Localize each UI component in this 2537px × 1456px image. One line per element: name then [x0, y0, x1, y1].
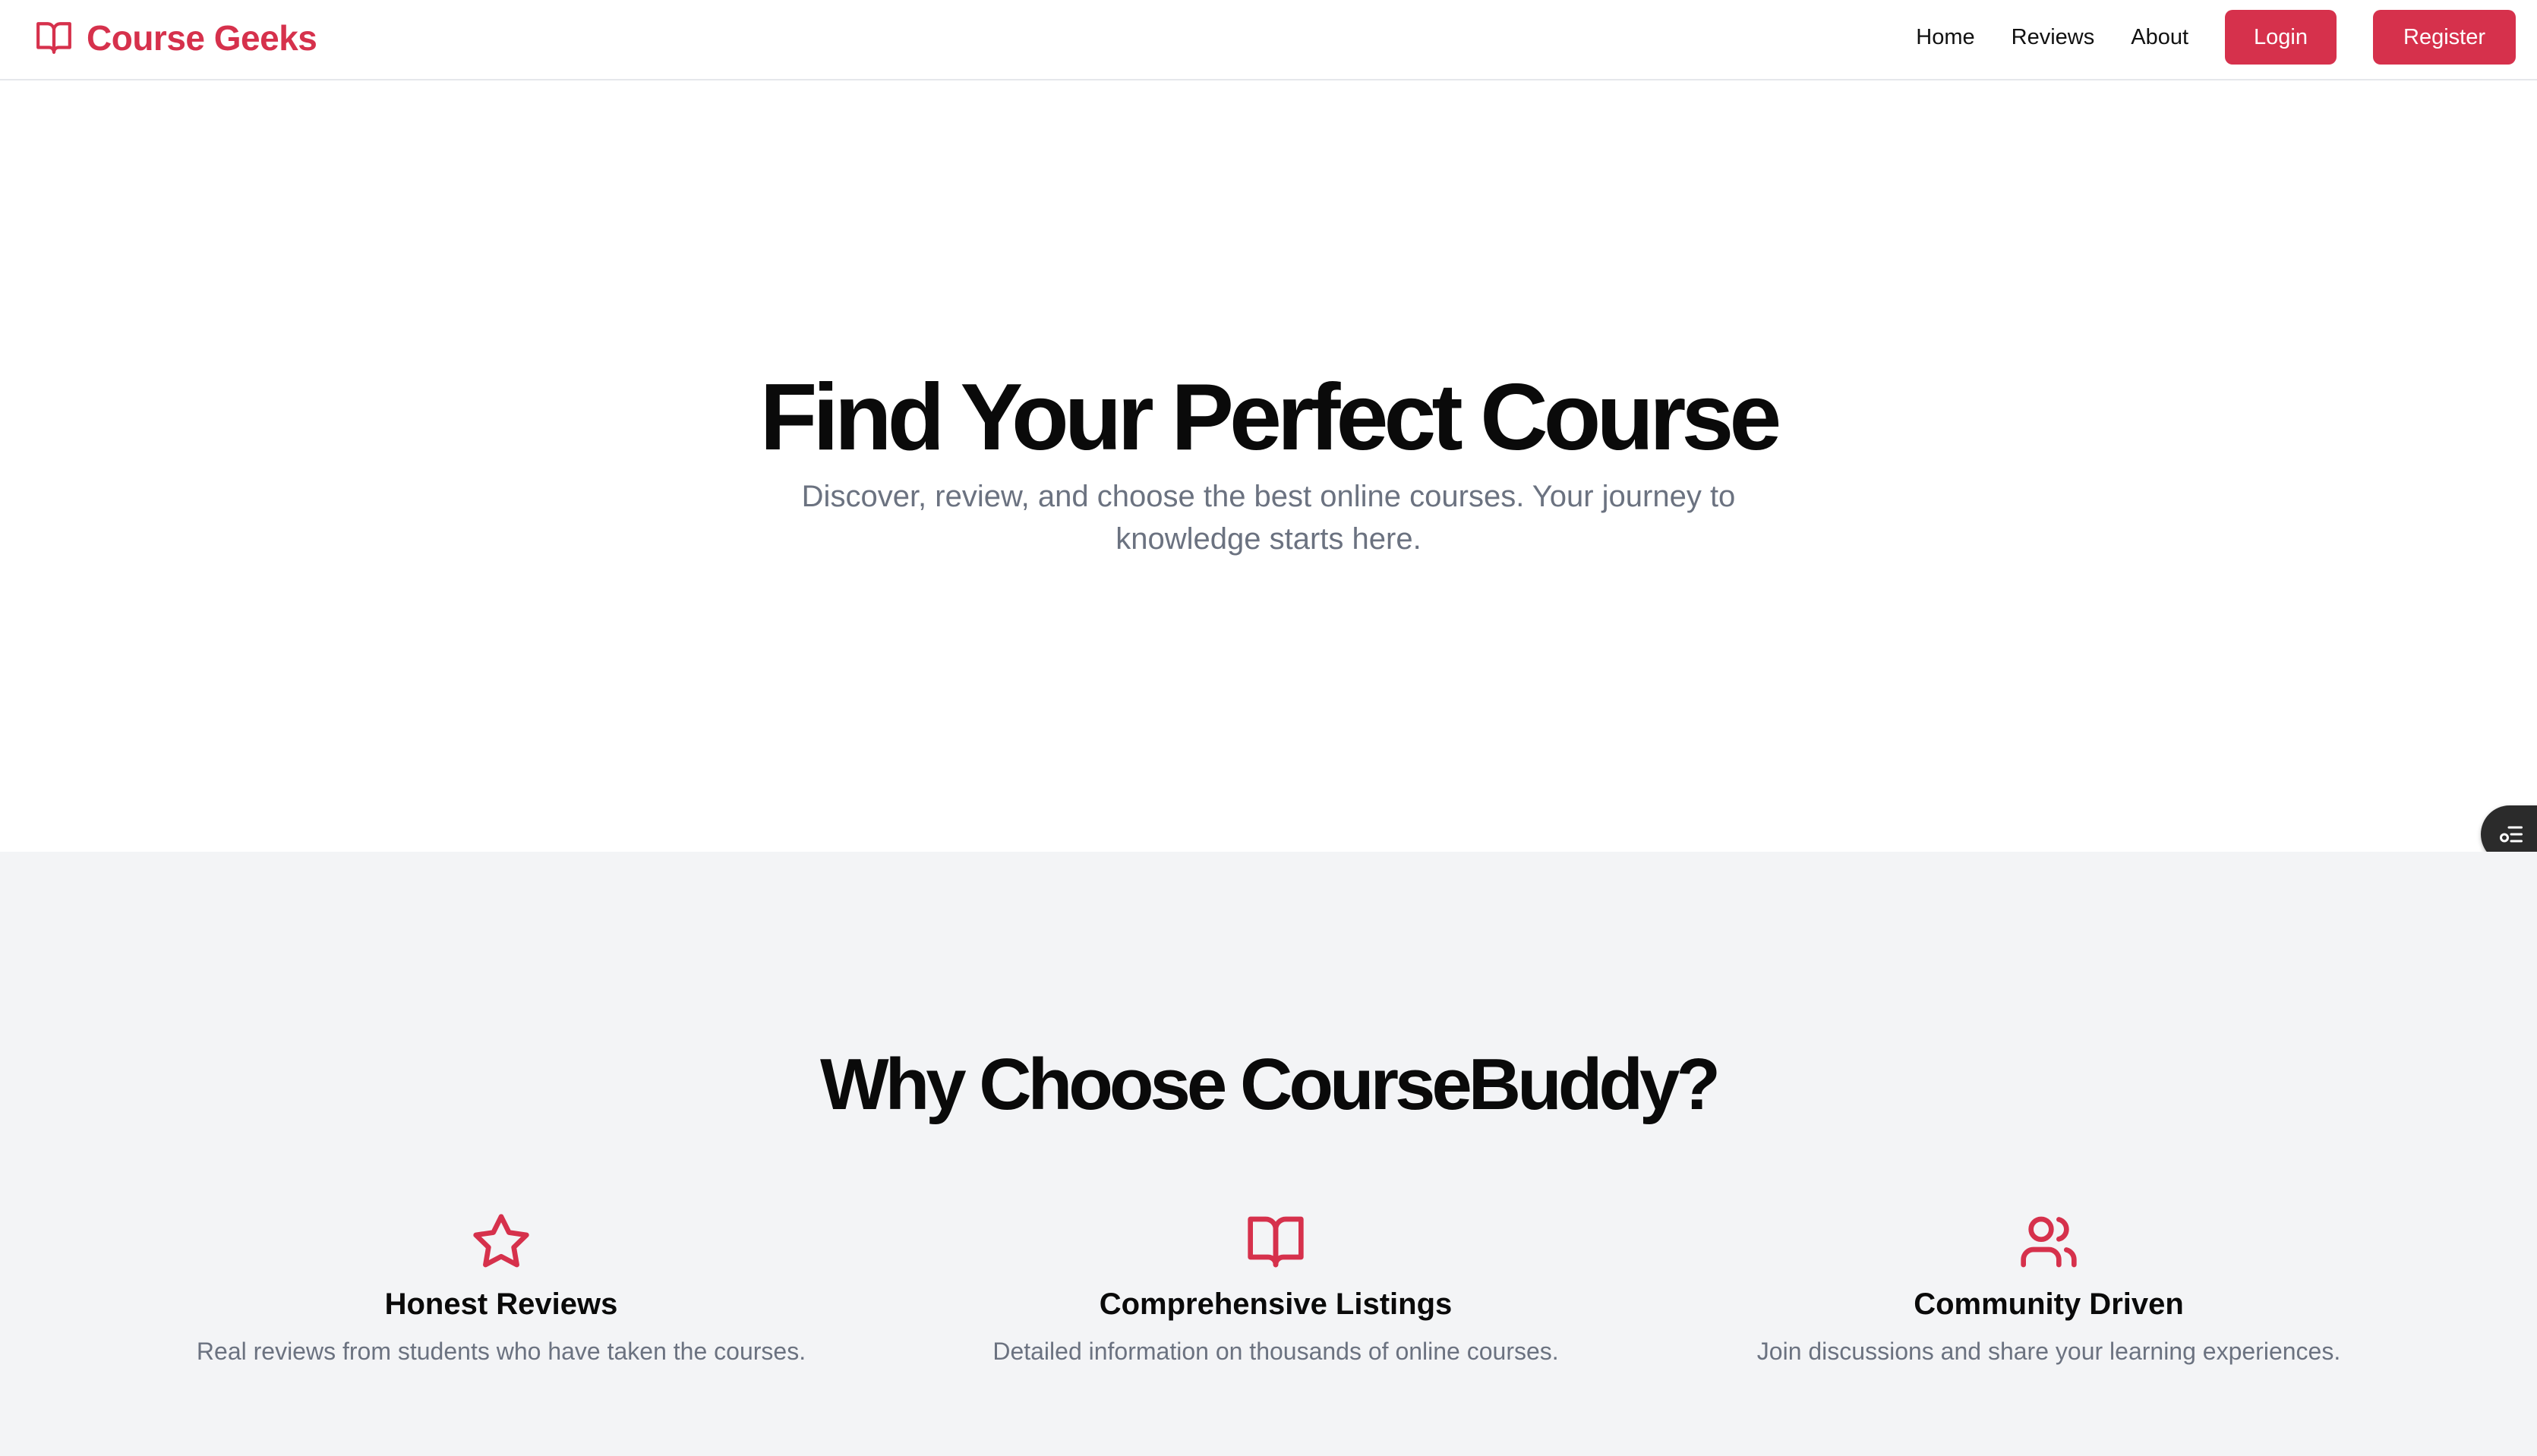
feature-description: Detailed information on thousands of onl…	[992, 1338, 1559, 1365]
feature-title: Community Driven	[1914, 1287, 2184, 1321]
feature-title: Comprehensive Listings	[1099, 1287, 1453, 1321]
list-settings-icon	[2500, 826, 2523, 843]
nav-home-link[interactable]: Home	[1916, 25, 1974, 50]
feature-title: Honest Reviews	[384, 1287, 618, 1321]
feature-card-community-driven: Community Driven Join discussions and sh…	[1669, 1212, 2428, 1369]
nav-about-link[interactable]: About	[2131, 25, 2188, 50]
features-section: Why Choose CourseBuddy? Honest Reviews R…	[0, 852, 2537, 1456]
feature-description: Real reviews from students who have take…	[196, 1338, 806, 1365]
site-header: Course Geeks Home Reviews About Login Re…	[0, 0, 2537, 80]
star-icon	[473, 1214, 529, 1268]
hero-subtitle: Discover, review, and choose the best on…	[801, 480, 1736, 556]
main-nav: Home Reviews About Login Register	[1916, 10, 2516, 65]
brand-name: Course Geeks	[87, 18, 317, 58]
login-button[interactable]: Login	[2225, 10, 2337, 65]
features-title: Why Choose CourseBuddy?	[819, 1044, 1721, 1125]
book-open-icon	[36, 22, 71, 54]
brand-logo-link[interactable]: Course Geeks	[35, 17, 317, 59]
register-button[interactable]: Register	[2373, 10, 2516, 65]
feature-description: Join discussions and share your learning…	[1756, 1338, 2341, 1365]
feature-card-comprehensive-listings: Comprehensive Listings Detailed informat…	[896, 1212, 1655, 1369]
feature-card-honest-reviews: Honest Reviews Real reviews from student…	[121, 1212, 881, 1369]
book-open-icon	[1248, 1216, 1304, 1268]
nav-reviews-link[interactable]: Reviews	[2012, 25, 2095, 50]
hero-title: Find Your Perfect Course	[759, 365, 1782, 470]
users-icon	[2021, 1216, 2077, 1268]
hero-section: Find Your Perfect Course Discover, revie…	[0, 80, 2537, 863]
